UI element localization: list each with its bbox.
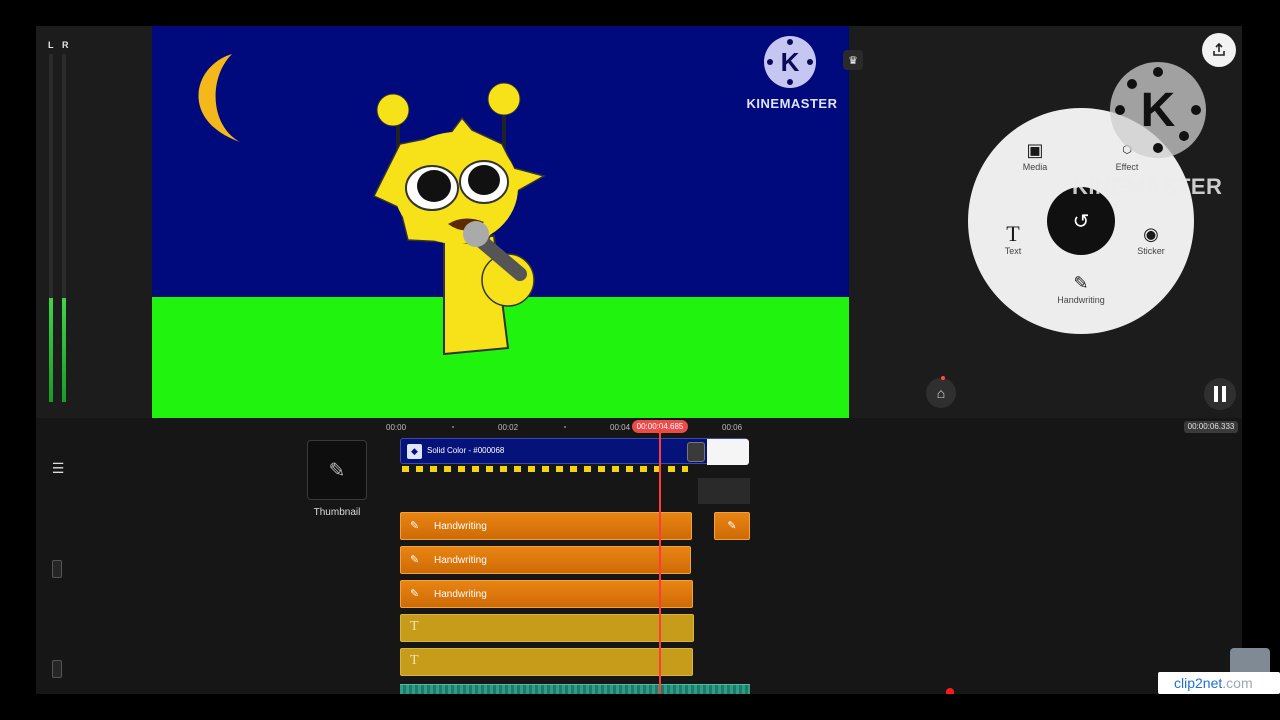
tick-label: 00:00 [386,423,407,432]
text-icon: T [1006,221,1020,246]
kinemaster-logo-icon: K [764,36,816,88]
wheel-sticker-label: Sticker [1137,246,1165,256]
tick-label: 00:02 [498,423,519,432]
layer-clip-handwriting-small[interactable]: ✎ [714,512,750,540]
thumbnail-button[interactable]: ✎ [307,440,367,500]
playhead[interactable] [659,428,661,694]
tick-label: 00:06 [722,423,743,432]
meter-left-bar [49,54,53,402]
big-logo-letter: K [1141,84,1176,137]
timeline[interactable]: 00:00 00:02 00:04 00:06 00:00:04.685 00:… [36,418,1242,694]
wheel-item-text[interactable]: T Text [978,221,1048,257]
kinemaster-big-logo-icon: K [1110,62,1206,158]
meter-right-bar [62,54,66,402]
kinemaster-big-watermark: KINEMASTER [1072,174,1223,199]
export-button[interactable] [1202,33,1236,67]
scene-artwork [198,54,546,356]
store-icon: ⌂ [936,385,946,401]
watermark-logo-letter: K [781,47,800,77]
clip-audio-strip [402,466,688,472]
antenna-ball-left [376,93,410,127]
clip2net-badge: clip2net.com [1158,672,1280,694]
sticker-icon: ◉ [1143,224,1159,244]
crown-icon[interactable]: ♛ [843,50,863,70]
main-clip[interactable]: ◆ Solid Color - #000068 [400,438,749,465]
wheel-item-media[interactable]: ▣ Media [1000,140,1070,172]
top-area: L R K KINEMASTER ♛ ▣ Media ⬡ Effect T Te… [36,26,1242,418]
image-icon: ▣ [1026,140,1044,160]
pen-icon: ✎ [1073,273,1089,293]
moon-icon [198,54,240,142]
layer-clip-label: Handwriting [434,589,487,600]
meter-left-fill [49,297,53,402]
undo-icon: ↺ [1072,210,1090,233]
audio-level-meters: L R [48,40,72,405]
pen-icon: ✎ [410,554,420,566]
tick-dot [564,426,566,428]
tick-dot [452,426,454,428]
upload-icon [1213,42,1225,56]
text-icon: T [410,619,419,634]
time-ruler[interactable]: 00:00 00:02 00:04 00:06 [386,420,806,436]
thumbnail-label: Thumbnail [313,507,361,518]
solid-color-icon: ◆ [407,444,422,459]
record-marker [946,688,954,694]
layer-clip-handwriting[interactable]: ✎ Handwriting [400,580,693,608]
wheel-handwriting-label: Handwriting [1057,295,1105,305]
main-clip-label: Solid Color - #000068 [427,446,505,455]
pause-button[interactable] [1204,378,1236,410]
preview-canvas[interactable]: K KINEMASTER [152,26,849,418]
layer-clip-label: Handwriting [434,521,487,532]
total-time-badge: 00:00:06.333 [1184,421,1238,433]
wheel-effect-label: Effect [1115,162,1139,172]
clip-thumbnail-strip [698,478,750,504]
edit-icon: ✎ [328,459,346,482]
notification-dot [941,376,945,380]
wheel-item-handwriting[interactable]: ✎ Handwriting [1046,273,1116,305]
kinemaster-watermark: KINEMASTER [746,96,838,111]
layer-clip-handwriting[interactable]: ✎ Handwriting [400,546,691,574]
clip2net-name: clip2net [1174,675,1223,691]
antenna-ball-right [487,82,521,116]
kinemaster-editor: L R K KINEMASTER ♛ ▣ Media ⬡ Effect T Te… [36,26,1242,694]
meter-right-fill [62,297,66,402]
timeline-expand-icon[interactable]: ☰ [48,460,68,480]
wheel-media-label: Media [1022,162,1048,172]
layer-clip-text[interactable]: T [400,648,693,676]
clip2net-domain: .com [1222,675,1253,691]
asset-store-button[interactable]: ⌂ [926,378,956,408]
meter-right-label: R [62,40,69,50]
audio-waveform-clip[interactable] [400,684,750,694]
pen-icon: ✎ [410,520,420,532]
pen-icon: ✎ [410,588,420,600]
timeline-handle-icon[interactable] [52,660,62,678]
tick-label: 00:04 [610,423,631,432]
wheel-text-label: Text [1004,246,1022,256]
clip-trim-handle[interactable] [687,442,705,462]
clip-transition-end[interactable] [707,439,749,465]
pause-icon [1214,386,1226,402]
layer-clip-label: Handwriting [434,555,487,566]
text-icon: T [410,653,419,668]
wheel-item-sticker[interactable]: ◉ Sticker [1116,224,1186,256]
meter-left-label: L [48,40,54,50]
camera-icon [1230,648,1270,674]
timeline-handle-icon[interactable] [52,560,62,578]
layer-clip-text[interactable]: T [400,614,694,642]
antenna-right [502,112,506,148]
layer-clip-handwriting[interactable]: ✎ Handwriting [400,512,692,540]
